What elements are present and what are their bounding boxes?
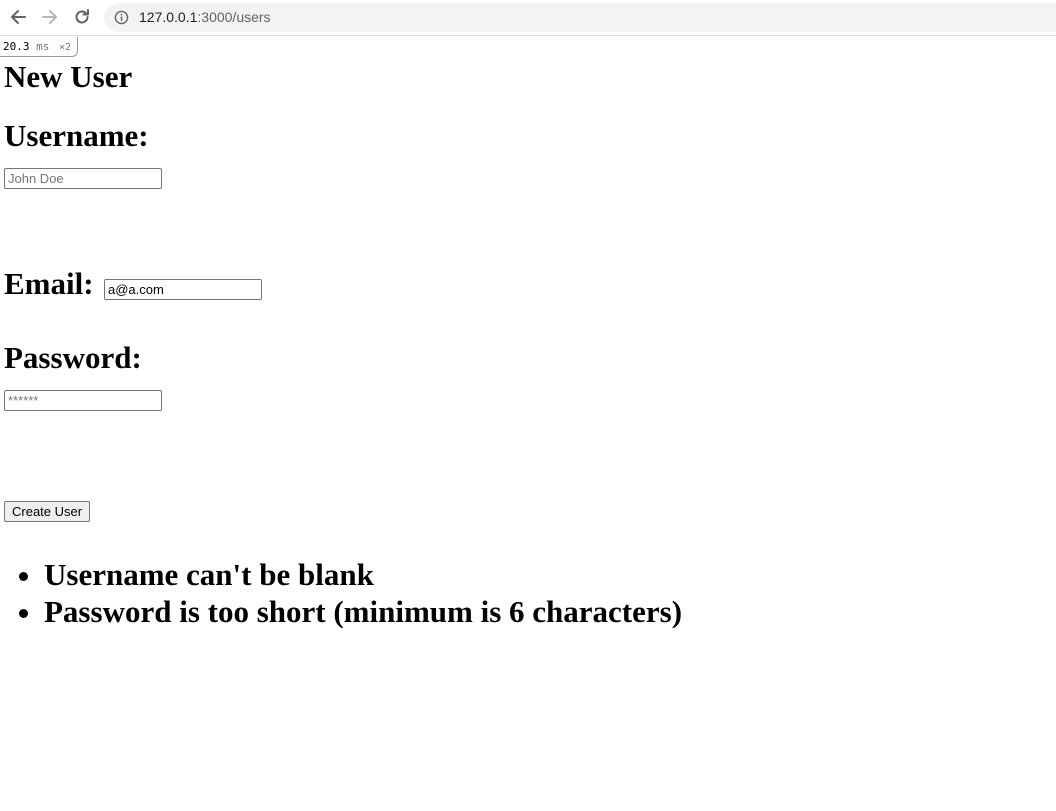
password-input[interactable] xyxy=(4,390,162,411)
profiler-time: 20.3 xyxy=(3,40,30,53)
error-list: Username can't be blank Password is too … xyxy=(4,556,682,630)
url-text: 127.0.0.1:3000/users xyxy=(139,9,271,25)
username-input[interactable] xyxy=(4,168,162,189)
site-info-icon[interactable] xyxy=(114,10,129,25)
back-arrow-icon[interactable] xyxy=(6,6,30,28)
reload-icon[interactable] xyxy=(70,6,94,28)
username-label: Username: xyxy=(4,118,149,153)
address-bar[interactable]: 127.0.0.1:3000/users xyxy=(104,3,1056,32)
email-input[interactable] xyxy=(104,279,262,300)
forward-arrow-icon[interactable] xyxy=(38,6,62,28)
url-path: :3000/users xyxy=(197,9,271,25)
error-message: Password is too short (minimum is 6 char… xyxy=(44,593,682,630)
profiler-unit: ms xyxy=(36,40,50,53)
error-message: Username can't be blank xyxy=(44,556,682,593)
profiler-count: ×2 xyxy=(59,42,72,53)
email-label: Email: xyxy=(4,266,94,301)
browser-toolbar: 127.0.0.1:3000/users xyxy=(0,0,1056,36)
profiler-badge[interactable]: 20.3 ms ×2 xyxy=(0,37,79,57)
url-host: 127.0.0.1 xyxy=(139,9,198,25)
page-title: New User xyxy=(4,59,133,94)
create-user-button[interactable]: Create User xyxy=(4,501,91,522)
password-label: Password: xyxy=(4,340,142,375)
